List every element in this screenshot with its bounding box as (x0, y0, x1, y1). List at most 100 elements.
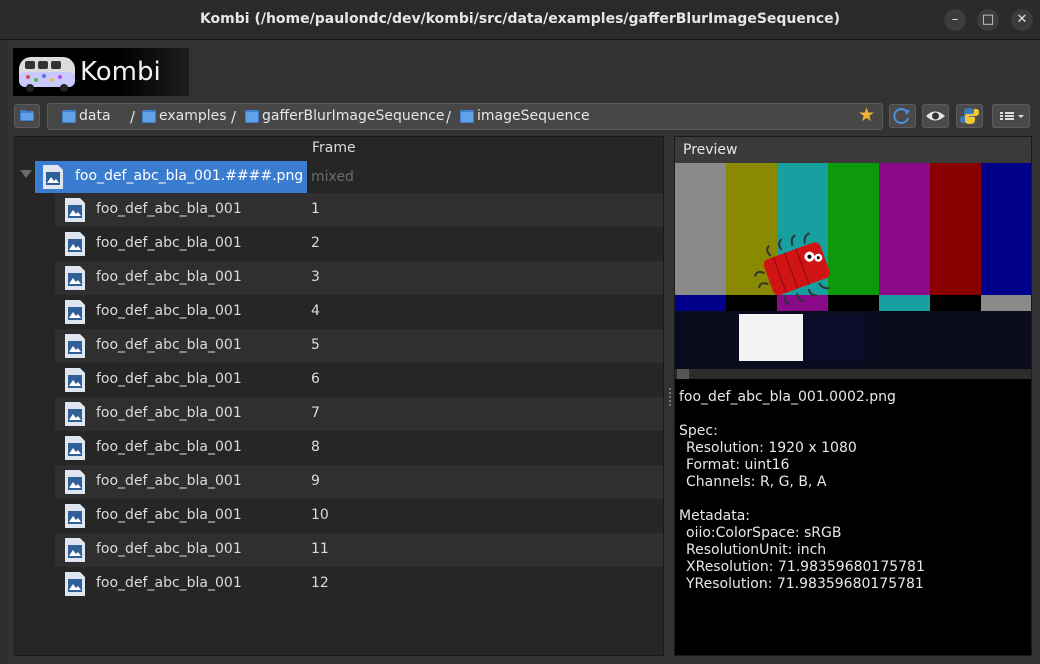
kombi-van-icon (19, 57, 75, 92)
tree-root-row[interactable]: foo_def_abc_bla_001.####.png mixed (15, 161, 663, 193)
frame-number: 10 (311, 507, 329, 523)
frame-row[interactable]: foo_def_abc_bla_001 3 (55, 261, 663, 295)
python-button[interactable] (956, 104, 983, 128)
refresh-button[interactable] (889, 104, 916, 128)
path-separator: / (446, 108, 452, 126)
info-format: Format: uint16 (686, 457, 790, 473)
open-folder-button[interactable] (14, 104, 40, 128)
image-file-icon (65, 538, 85, 562)
title-bar: Kombi (/home/paulondc/dev/kombi/src/data… (0, 0, 1040, 40)
sequence-frame: mixed (311, 169, 354, 185)
image-file-icon (65, 368, 85, 392)
frame-file-name: foo_def_abc_bla_001 (96, 439, 242, 455)
crumb-gafferblurimagesequence[interactable]: gafferBlurImageSequence (245, 108, 445, 124)
frame-row[interactable]: foo_def_abc_bla_001 1 (55, 193, 663, 227)
frame-row[interactable]: foo_def_abc_bla_001 2 (55, 227, 663, 261)
selected-sequence[interactable]: foo_def_abc_bla_001.####.png (35, 161, 307, 193)
info-resolution: Resolution: 1920 x 1080 (686, 440, 857, 456)
frame-row[interactable]: foo_def_abc_bla_001 9 (55, 465, 663, 499)
info-xresolution: XResolution: 71.98359680175781 (686, 559, 925, 575)
path-separator: / (130, 108, 136, 126)
expand-arrow-icon[interactable] (20, 170, 32, 178)
image-file-icon (65, 334, 85, 358)
frame-number: 8 (311, 439, 320, 455)
frame-file-name: foo_def_abc_bla_001 (96, 235, 242, 251)
frame-number: 2 (311, 235, 320, 251)
frame-row[interactable]: foo_def_abc_bla_001 7 (55, 397, 663, 431)
desktop-edge (0, 40, 8, 664)
frame-number: 12 (311, 575, 329, 591)
frame-file-name: foo_def_abc_bla_001 (96, 575, 242, 591)
frame-number: 9 (311, 473, 320, 489)
frame-row[interactable]: foo_def_abc_bla_001 12 (55, 567, 663, 601)
preview-title: Preview (683, 142, 738, 158)
frame-file-name: foo_def_abc_bla_001 (96, 303, 242, 319)
app-logo: Kombi (13, 48, 189, 96)
maximize-button[interactable]: □ (977, 9, 999, 31)
path-separator: / (231, 108, 237, 126)
image-file-icon (43, 165, 63, 189)
frame-file-name: foo_def_abc_bla_001 (96, 371, 242, 387)
file-tree[interactable]: Frame foo_def_abc_bla_001.####.png mixed… (14, 136, 664, 656)
crumb-data[interactable]: data (62, 108, 111, 124)
frame-number: 11 (311, 541, 329, 557)
preview-title-bar: Preview (675, 137, 1031, 163)
frame-file-name: foo_def_abc_bla_001 (96, 541, 242, 557)
tree-header: Frame (15, 137, 663, 161)
frame-column-header[interactable]: Frame (312, 140, 356, 156)
minimize-button[interactable]: – (944, 9, 966, 31)
crumb-label: examples (159, 108, 227, 124)
frame-row[interactable]: foo_def_abc_bla_001 11 (55, 533, 663, 567)
frame-row[interactable]: foo_def_abc_bla_001 10 (55, 499, 663, 533)
image-file-icon (65, 266, 85, 290)
path-bar[interactable]: data / examples / gafferBlurImageSequenc… (47, 103, 883, 130)
image-file-icon (65, 470, 85, 494)
frame-number: 5 (311, 337, 320, 353)
image-file-icon (65, 504, 85, 528)
crumb-label: gafferBlurImageSequence (262, 108, 445, 124)
close-button[interactable]: ✕ (1011, 9, 1033, 31)
folder-icon (245, 109, 259, 123)
folder-icon (62, 109, 76, 123)
folder-icon (142, 109, 156, 123)
view-button[interactable] (922, 104, 949, 128)
info-yresolution: YResolution: 71.98359680175781 (686, 576, 924, 592)
info-resolution-unit: ResolutionUnit: inch (686, 542, 827, 558)
frame-row[interactable]: foo_def_abc_bla_001 8 (55, 431, 663, 465)
app-brand: Kombi (80, 57, 161, 87)
frame-row[interactable]: foo_def_abc_bla_001 4 (55, 295, 663, 329)
crumb-label: data (79, 108, 111, 124)
frame-file-name: foo_def_abc_bla_001 (96, 337, 242, 353)
image-file-icon (65, 300, 85, 324)
frame-file-name: foo_def_abc_bla_001 (96, 405, 242, 421)
slider-handle[interactable] (677, 369, 689, 379)
frame-file-name: foo_def_abc_bla_001 (96, 201, 242, 217)
frame-slider[interactable] (675, 369, 1031, 379)
crumb-imagesequence[interactable]: imageSequence (460, 108, 590, 124)
preview-image (675, 163, 1031, 369)
view-mode-menu[interactable] (992, 104, 1030, 128)
list-menu-icon (1000, 112, 1024, 120)
preview-panel: Preview foo_def_abc_bla_001.0002.png Spe… (674, 136, 1032, 656)
frame-number: 1 (311, 201, 320, 217)
info-spec-label: Spec: (679, 423, 718, 439)
frame-row[interactable]: foo_def_abc_bla_001 6 (55, 363, 663, 397)
frame-number: 6 (311, 371, 320, 387)
crumb-examples[interactable]: examples (142, 108, 227, 124)
image-info: foo_def_abc_bla_001.0002.png Spec: Resolut… (679, 389, 925, 593)
refresh-icon (893, 108, 910, 125)
favorite-star-icon[interactable]: ★ (858, 104, 875, 126)
crumb-label: imageSequence (477, 108, 590, 124)
sequence-name: foo_def_abc_bla_001.####.png (75, 168, 304, 184)
frame-number: 3 (311, 269, 320, 285)
info-filename: foo_def_abc_bla_001.0002.png (679, 389, 896, 405)
image-file-icon (65, 572, 85, 596)
folder-icon (20, 110, 34, 121)
image-file-icon (65, 402, 85, 426)
python-icon (960, 108, 979, 124)
window-title: Kombi (/home/paulondc/dev/kombi/src/data… (199, 11, 841, 27)
eye-icon (926, 111, 945, 121)
panel-splitter[interactable] (669, 388, 671, 406)
image-file-icon (65, 232, 85, 256)
frame-row[interactable]: foo_def_abc_bla_001 5 (55, 329, 663, 363)
